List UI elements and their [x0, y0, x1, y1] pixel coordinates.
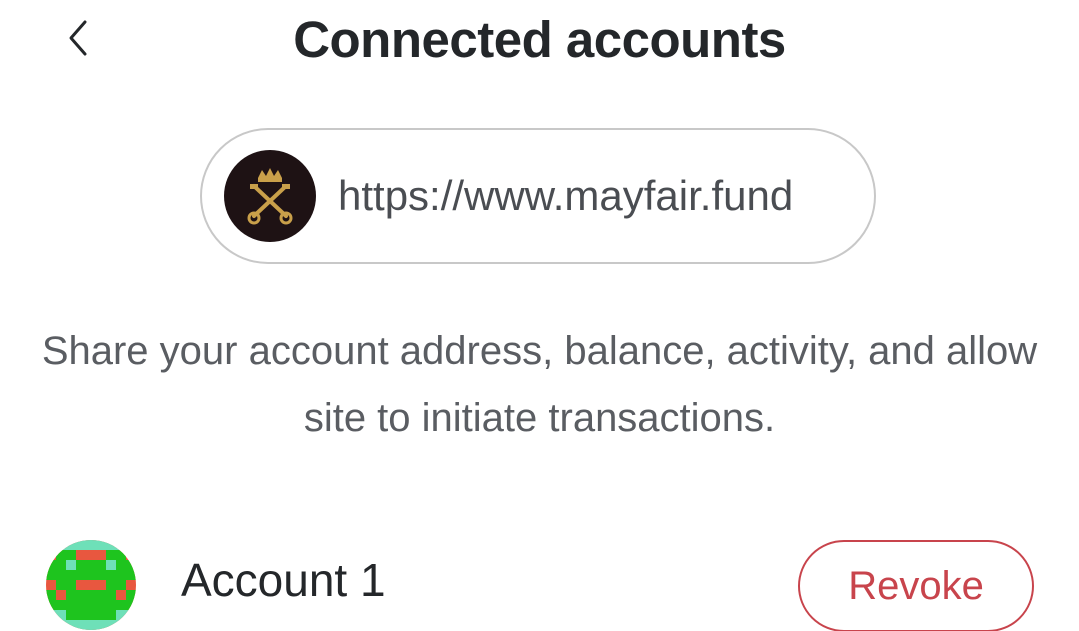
- identicon-avatar-icon: [46, 540, 136, 630]
- account-row: Account 1 Revoke: [0, 530, 1079, 631]
- site-logo-icon: [224, 150, 316, 242]
- site-pill: https://www.mayfair.fund: [200, 128, 876, 264]
- permission-description: Share your account address, balance, act…: [41, 329, 1038, 440]
- connected-accounts-screen: Connected accounts https://www.mayfair.f…: [0, 0, 1079, 631]
- account-name: Account 1: [181, 554, 386, 606]
- site-url: https://www.mayfair.fund: [338, 172, 794, 219]
- revoke-button[interactable]: Revoke: [798, 540, 1034, 631]
- page-title: Connected accounts: [293, 11, 786, 68]
